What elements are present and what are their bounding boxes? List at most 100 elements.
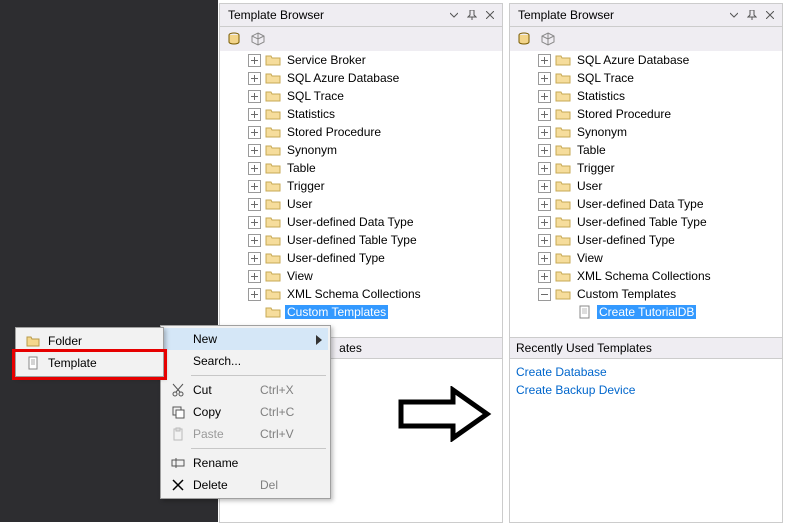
expander-icon[interactable] — [538, 108, 551, 121]
tree-node[interactable]: User — [220, 195, 502, 213]
menu-new[interactable]: New — [163, 328, 328, 350]
tree-node[interactable]: Trigger — [510, 159, 782, 177]
context-menu[interactable]: New Search... Cut Ctrl+X Copy Ctrl+C Pas… — [160, 325, 331, 499]
delete-icon — [167, 478, 189, 492]
tree-node[interactable]: Create TutorialDB — [510, 303, 782, 321]
tree-node-label: Service Broker — [285, 53, 368, 67]
folder-icon — [555, 179, 571, 193]
expander-icon[interactable] — [248, 162, 261, 175]
folder-icon — [265, 89, 281, 103]
tree-node[interactable]: Stored Procedure — [510, 105, 782, 123]
expander-icon[interactable] — [538, 270, 551, 283]
tree-node[interactable]: Synonym — [220, 141, 502, 159]
template-tree[interactable]: Service Broker SQL Azure DatabaseSQL Trac… — [220, 51, 502, 337]
expander-icon[interactable] — [538, 180, 551, 193]
menu-search[interactable]: Search... — [163, 350, 328, 372]
tree-node[interactable]: Custom Templates — [220, 303, 502, 321]
tree-node[interactable]: SQL Trace — [220, 87, 502, 105]
menu-rename[interactable]: Rename — [163, 452, 328, 474]
expander-icon[interactable] — [538, 216, 551, 229]
cube-icon[interactable] — [250, 31, 266, 47]
tree-node[interactable]: User-defined Data Type — [220, 213, 502, 231]
expander-icon[interactable] — [248, 216, 261, 229]
cube-icon[interactable] — [540, 31, 556, 47]
expander-icon[interactable] — [248, 234, 261, 247]
tree-node-label: User-defined Data Type — [285, 215, 416, 229]
database-icon[interactable] — [516, 31, 532, 47]
tree-node-label: User-defined Data Type — [575, 197, 706, 211]
dropdown-icon[interactable] — [446, 7, 462, 23]
menu-copy[interactable]: Copy Ctrl+C — [163, 401, 328, 423]
tree-node[interactable]: Table — [510, 141, 782, 159]
expander-icon[interactable] — [248, 90, 261, 103]
tree-node[interactable]: Statistics — [220, 105, 502, 123]
database-icon[interactable] — [226, 31, 242, 47]
tree-node[interactable]: User — [510, 177, 782, 195]
expander-icon[interactable] — [248, 198, 261, 211]
tree-node-label: SQL Azure Database — [575, 53, 691, 67]
tree-node[interactable]: Table — [220, 159, 502, 177]
folder-icon — [555, 233, 571, 247]
dropdown-icon[interactable] — [726, 7, 742, 23]
submenu-template[interactable]: Template — [18, 352, 161, 374]
tree-node-label: Custom Templates — [285, 305, 388, 319]
close-icon[interactable] — [482, 7, 498, 23]
panel-titlebar[interactable]: Template Browser — [510, 4, 782, 27]
pin-icon[interactable] — [744, 7, 760, 23]
template-tree[interactable]: SQL Azure Database SQL TraceStatisticsSto… — [510, 51, 782, 337]
pin-icon[interactable] — [464, 7, 480, 23]
expander-icon[interactable] — [248, 252, 261, 265]
close-icon[interactable] — [762, 7, 778, 23]
tree-node[interactable]: User-defined Data Type — [510, 195, 782, 213]
expander-icon[interactable] — [248, 54, 261, 67]
expander-icon[interactable] — [538, 252, 551, 265]
expander-icon[interactable] — [538, 126, 551, 139]
expander-icon[interactable] — [538, 234, 551, 247]
panel-titlebar[interactable]: Template Browser — [220, 4, 502, 27]
context-submenu-new[interactable]: Folder Template — [15, 327, 164, 377]
tree-node[interactable]: XML Schema Collections — [220, 285, 502, 303]
folder-icon — [265, 215, 281, 229]
expander-icon[interactable] — [538, 54, 551, 67]
tree-node[interactable]: Synonym — [510, 123, 782, 141]
tree-node[interactable]: User-defined Table Type — [510, 213, 782, 231]
tree-node[interactable]: Custom Templates — [510, 285, 782, 303]
tree-node[interactable]: SQL Azure Database — [510, 51, 782, 69]
menu-delete[interactable]: Delete Del — [163, 474, 328, 496]
expander-icon[interactable] — [248, 126, 261, 139]
tree-node[interactable]: XML Schema Collections — [510, 267, 782, 285]
expander-icon[interactable] — [538, 72, 551, 85]
tree-node[interactable]: Service Broker — [220, 51, 502, 69]
expander-icon[interactable] — [248, 108, 261, 121]
tree-node[interactable]: Stored Procedure — [220, 123, 502, 141]
tree-node[interactable]: User-defined Type — [510, 231, 782, 249]
folder-icon — [265, 269, 281, 283]
expander-icon[interactable] — [538, 144, 551, 157]
folder-icon — [555, 161, 571, 175]
tree-node[interactable]: View — [510, 249, 782, 267]
submenu-folder[interactable]: Folder — [18, 330, 161, 352]
folder-icon — [265, 71, 281, 85]
tree-node[interactable]: View — [220, 267, 502, 285]
expander-icon[interactable] — [248, 72, 261, 85]
recent-template-link[interactable]: Create Database — [516, 363, 776, 381]
tree-node[interactable]: SQL Azure Database — [220, 69, 502, 87]
tree-node[interactable]: Statistics — [510, 87, 782, 105]
expander-icon[interactable] — [248, 180, 261, 193]
template-file-icon — [22, 356, 44, 370]
expander-icon[interactable] — [248, 288, 261, 301]
expander-icon[interactable] — [248, 144, 261, 157]
tree-node[interactable]: User-defined Table Type — [220, 231, 502, 249]
expander-icon[interactable] — [538, 162, 551, 175]
expander-icon[interactable] — [538, 198, 551, 211]
tree-node[interactable]: User-defined Type — [220, 249, 502, 267]
tree-node[interactable]: Trigger — [220, 177, 502, 195]
recent-template-link[interactable]: Create Backup Device — [516, 381, 776, 399]
expander-icon[interactable] — [538, 90, 551, 103]
folder-icon — [555, 107, 571, 121]
expander-icon[interactable] — [538, 288, 551, 301]
tree-node-label: Table — [575, 143, 608, 157]
expander-icon[interactable] — [248, 270, 261, 283]
menu-cut[interactable]: Cut Ctrl+X — [163, 379, 328, 401]
tree-node[interactable]: SQL Trace — [510, 69, 782, 87]
